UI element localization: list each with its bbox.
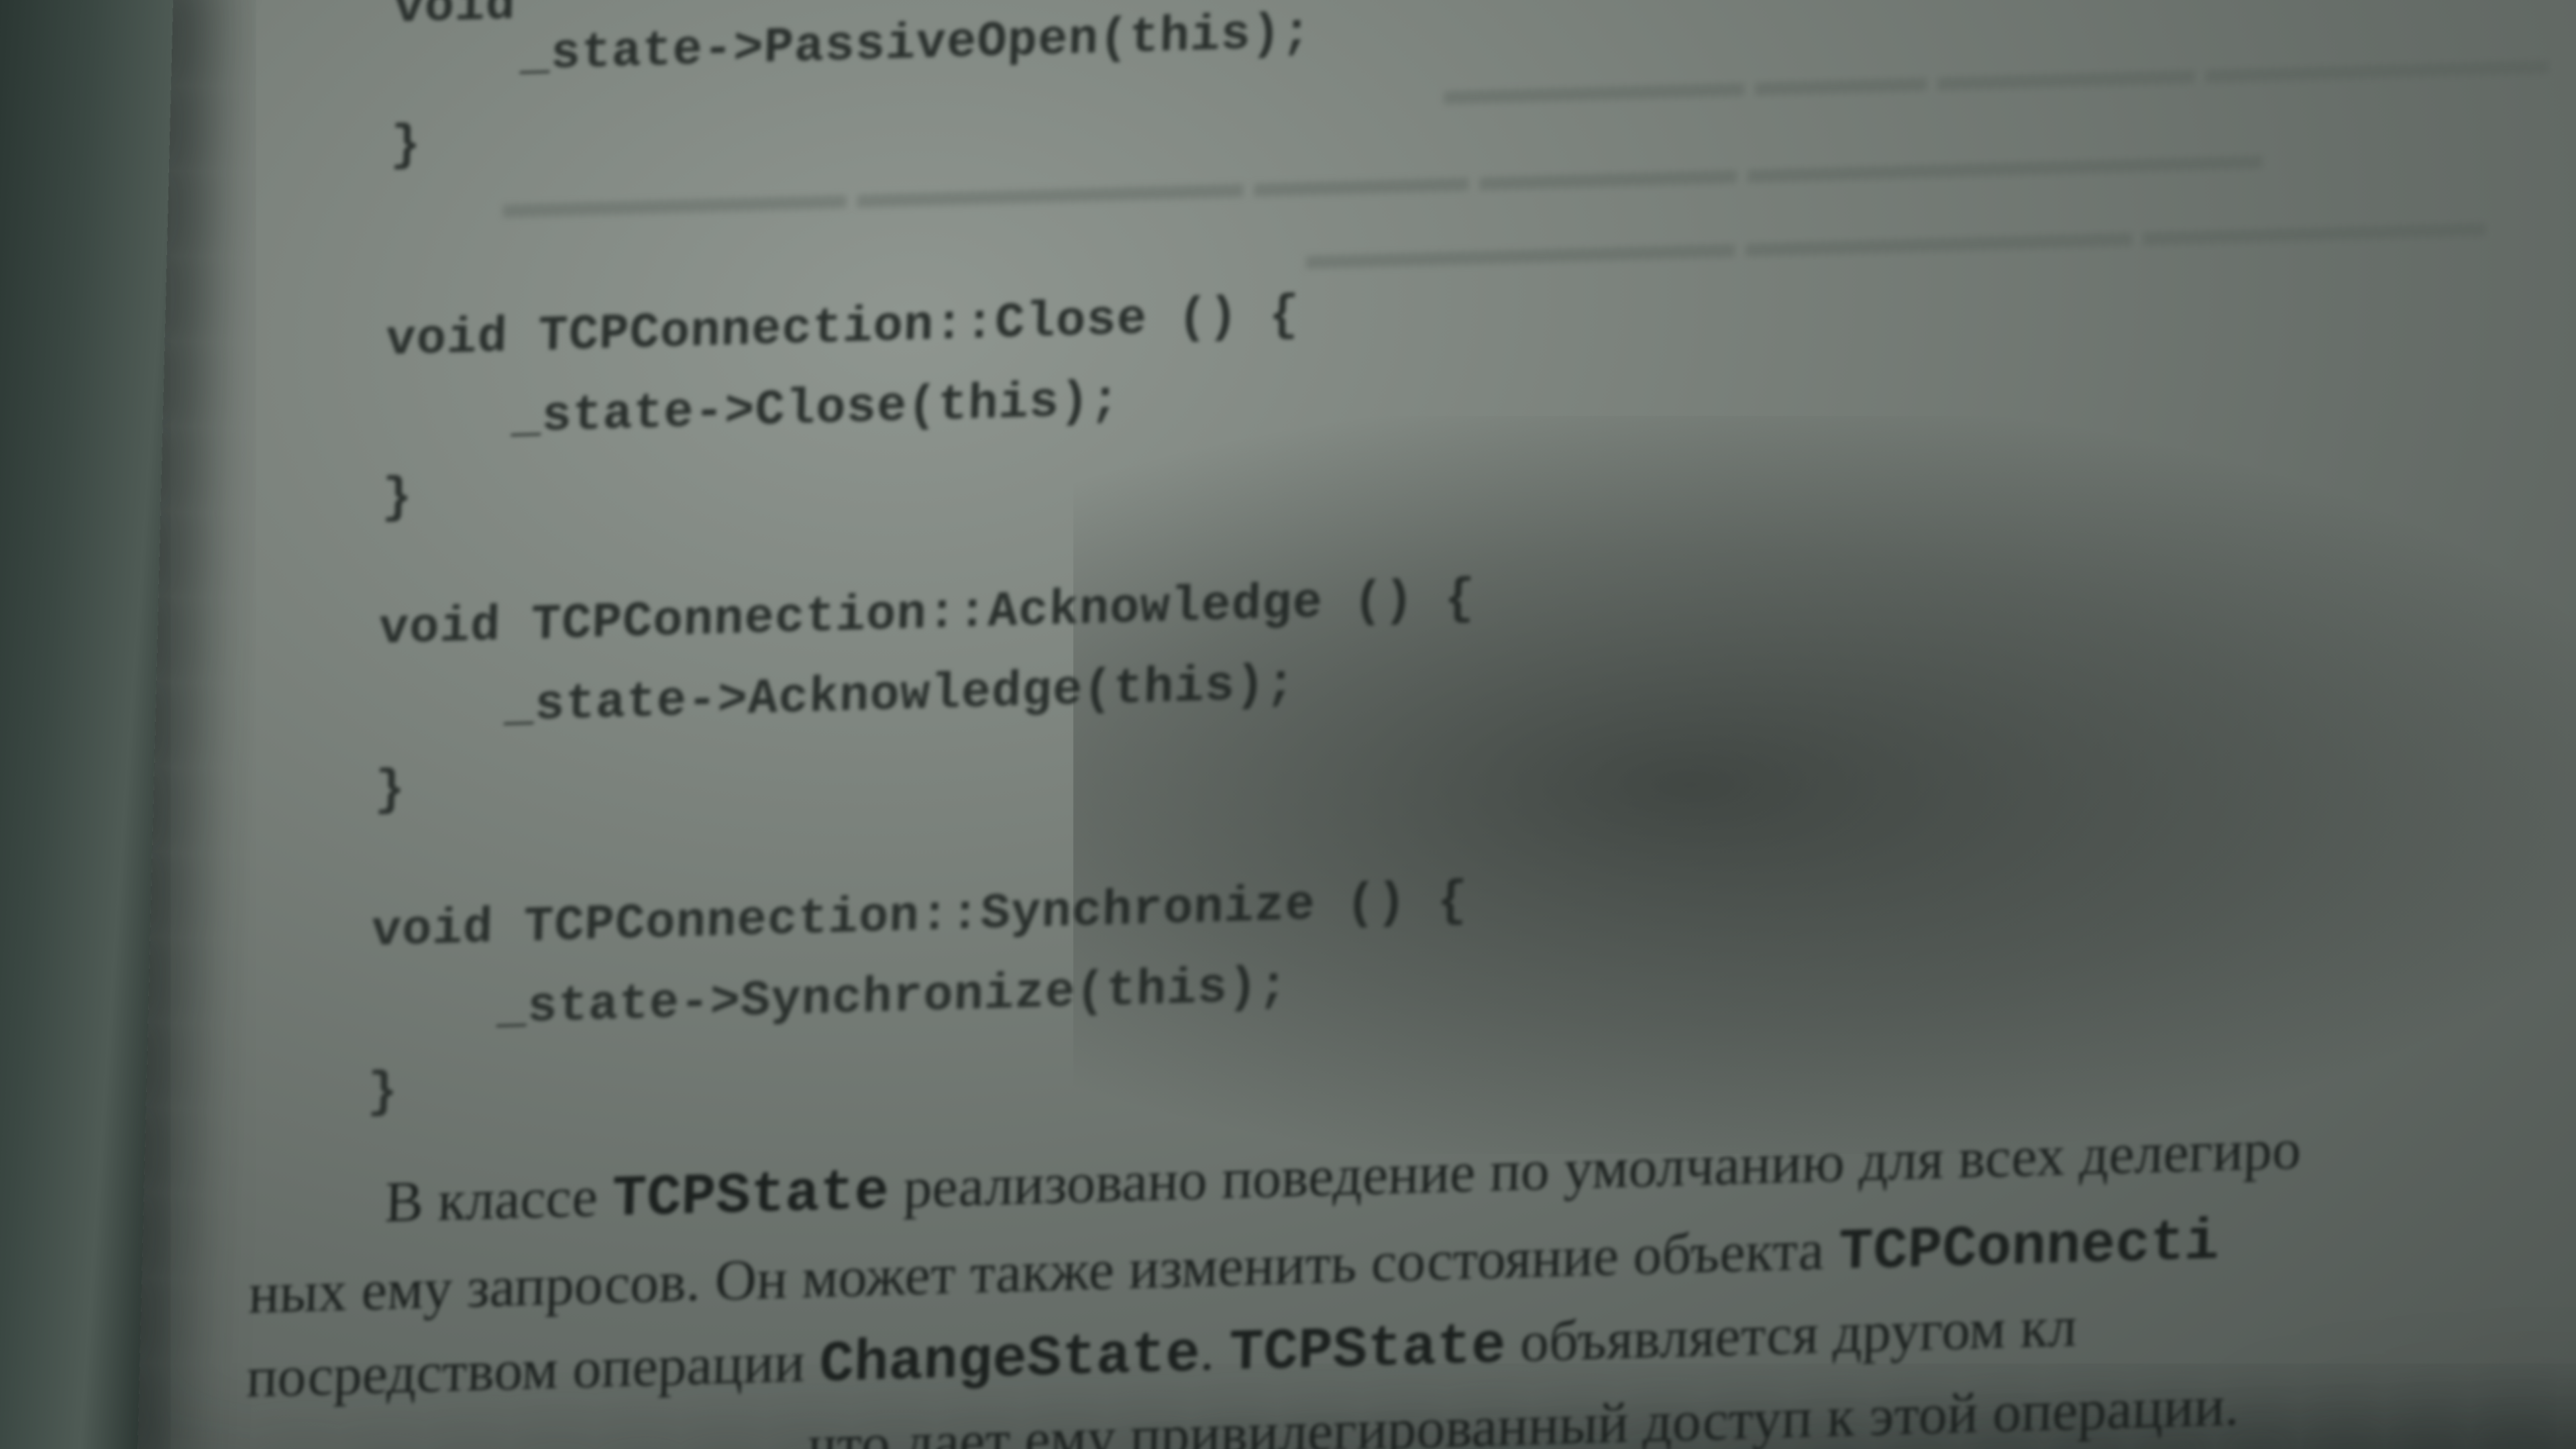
code-line: _state->Acknowledge(this); (503, 656, 1297, 735)
code-line: void TCPConnection::Synchronize () { (370, 873, 1468, 961)
code-line: void TCPConnection::Acknowledge () { (378, 571, 1476, 658)
code-line: } (390, 117, 422, 175)
code-line: _state->Close(this); (511, 372, 1122, 447)
code-line: } (374, 761, 407, 820)
code-line: void (393, 0, 517, 37)
code-line: void TCPConnection::Close () { (385, 287, 1300, 370)
bleed-through-text: ▬▬▬▬▬▬▬▬▬▬ ▬▬▬▬▬▬▬▬▬ ▬▬▬▬▬▬▬▬ (1305, 197, 2487, 279)
code-line: } (366, 1064, 399, 1122)
book-page: ▬▬▬▬▬▬▬ ▬▬▬▬ ▬▬▬▬▬▬ ▬▬▬▬▬▬▬▬ ▬▬▬▬▬▬▬▬ ▬▬… (136, 0, 2576, 1449)
code-line: _state->Synchronize(this); (496, 959, 1289, 1038)
code-line: _state->PassiveOpen(this); (519, 5, 1313, 84)
code-line: } (381, 470, 413, 527)
bleed-through-text: ▬▬▬▬▬▬▬ ▬▬▬▬ ▬▬▬▬▬▬ ▬▬▬▬▬▬▬▬ (1443, 35, 2550, 114)
photo-scene: ▬▬▬▬▬▬▬ ▬▬▬▬ ▬▬▬▬▬▬ ▬▬▬▬▬▬▬▬ ▬▬▬▬▬▬▬▬ ▬▬… (0, 0, 2576, 1449)
